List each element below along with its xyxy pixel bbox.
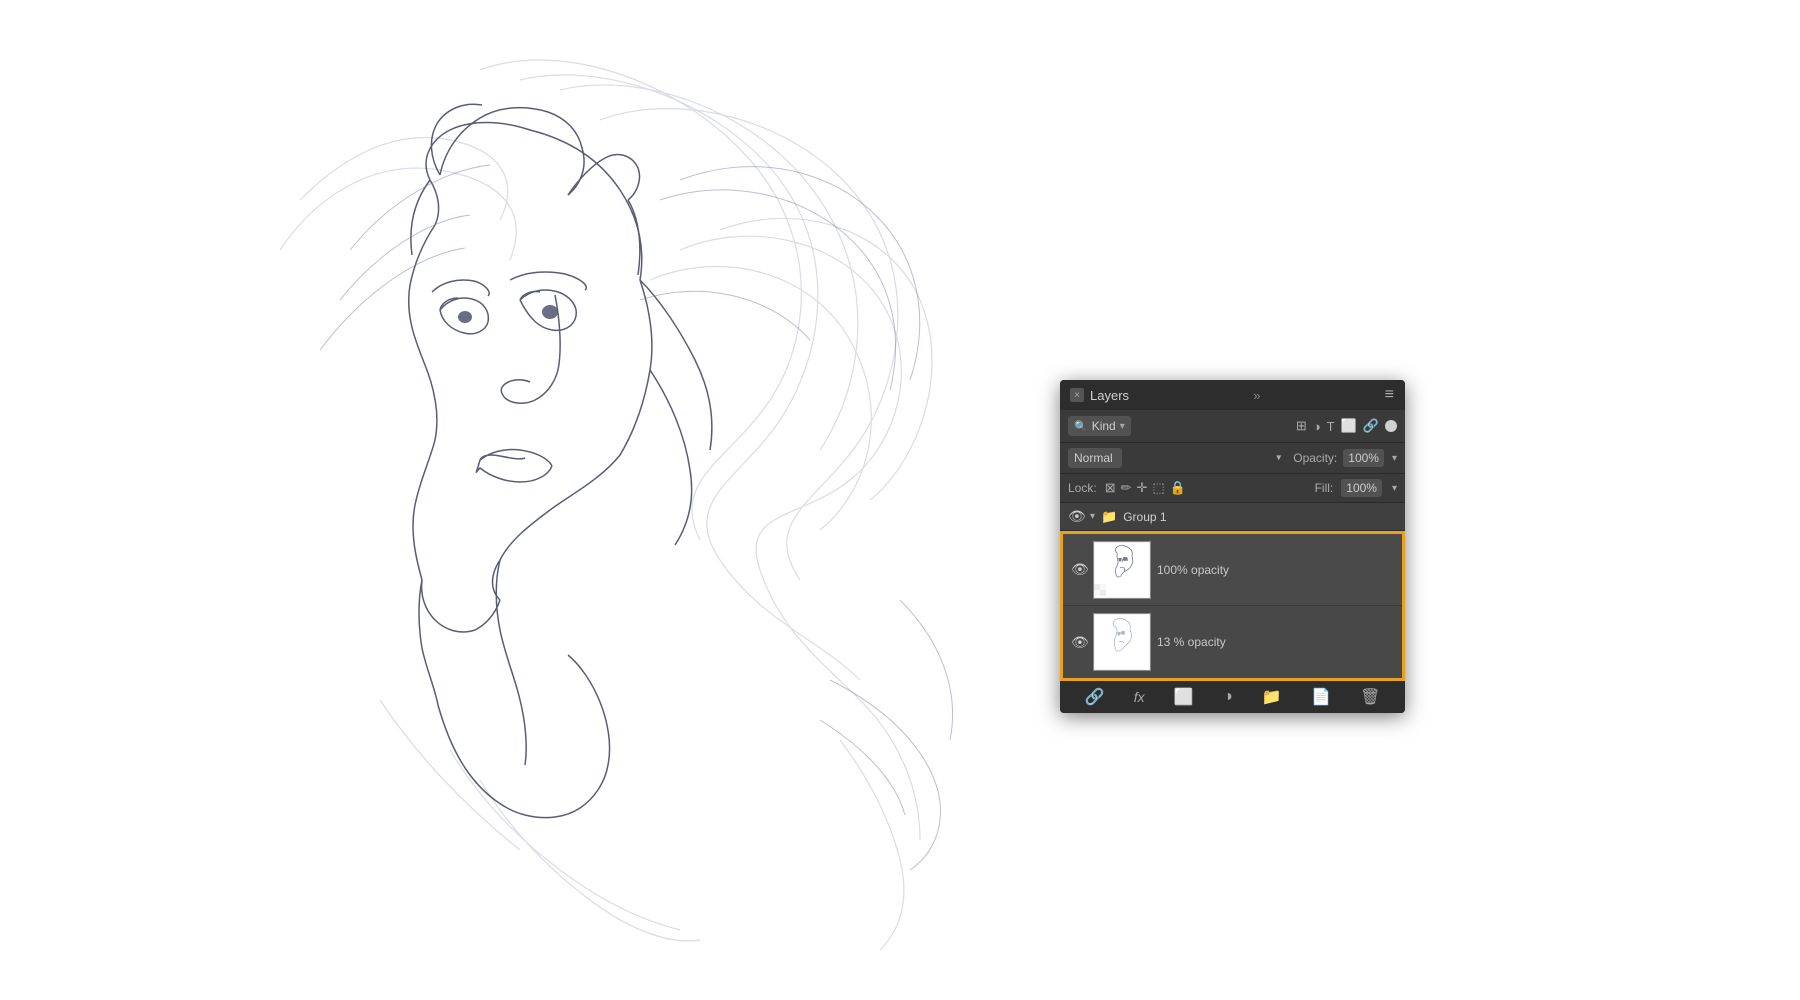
layer-visibility-icon[interactable]: 👁: [1071, 634, 1087, 651]
layers-list: 👁: [1060, 531, 1405, 681]
delete-layer-icon[interactable]: 🗑: [1360, 687, 1380, 707]
text-filter-icon[interactable]: T: [1327, 419, 1335, 434]
lock-label: Lock:: [1068, 481, 1097, 495]
fill-value[interactable]: 100%: [1341, 479, 1382, 497]
layer-opacity-label: 100% opacity: [1157, 563, 1394, 577]
group-visibility-icon[interactable]: 👁: [1068, 508, 1084, 525]
circle-filter-icon[interactable]: [1385, 420, 1397, 432]
search-icon: 🔍: [1074, 420, 1088, 433]
layer-thumb-inner: [1094, 542, 1150, 598]
panel-menu-button[interactable]: ≡: [1385, 386, 1395, 404]
folder-icon: 📁: [1101, 509, 1117, 525]
blend-opacity-row: Normal Multiply Screen Overlay Opacity: …: [1060, 443, 1405, 474]
lock-position-icon[interactable]: ✛: [1137, 480, 1148, 496]
blend-mode-wrapper[interactable]: Normal Multiply Screen Overlay: [1068, 448, 1287, 468]
pixel-filter-icon[interactable]: ⊞: [1296, 418, 1307, 434]
lock-icons-group: ⊠ ✏ ✛ ⬚ 🔒: [1105, 480, 1186, 496]
layer-thumb-inner: [1094, 614, 1150, 670]
canvas-area: [0, 0, 1800, 1000]
blend-mode-select[interactable]: Normal Multiply Screen Overlay: [1068, 448, 1122, 468]
panel-header-left: × Layers: [1070, 388, 1129, 403]
layer-item[interactable]: 👁: [1063, 606, 1402, 678]
layer-opacity-label: 13 % opacity: [1157, 635, 1394, 649]
panel-header: × Layers » ≡: [1060, 380, 1405, 410]
kind-dropdown-arrow: ▾: [1120, 421, 1125, 432]
fill-label: Fill:: [1315, 481, 1334, 495]
layer-visibility-icon[interactable]: 👁: [1071, 561, 1087, 578]
opacity-label: Opacity:: [1293, 451, 1337, 465]
layer-thumbnail: [1093, 613, 1151, 671]
layer-thumb-svg: [1094, 614, 1150, 670]
filter-search-wrapper[interactable]: 🔍 Kind ▾: [1068, 416, 1131, 436]
layer-thumb-svg: [1094, 542, 1150, 598]
opacity-dropdown-arrow[interactable]: ▾: [1392, 453, 1397, 464]
layers-panel: × Layers » ≡ 🔍 Kind ▾ ⊞ ◑ T ⬜ 🔗 Normal M…: [1060, 380, 1405, 713]
fill-dropdown-arrow[interactable]: ▾: [1392, 483, 1397, 494]
filter-icons: ⊞ ◑ T ⬜ 🔗: [1296, 418, 1397, 434]
new-group-icon[interactable]: 📁: [1262, 687, 1282, 707]
panel-collapse-button[interactable]: »: [1253, 388, 1260, 403]
filter-kind-label: Kind: [1092, 419, 1116, 433]
group-row: 👁 ▾ 📁 Group 1: [1060, 503, 1405, 531]
layer-thumbnail: [1093, 541, 1151, 599]
panel-title: Layers: [1090, 388, 1129, 403]
filter-row: 🔍 Kind ▾ ⊞ ◑ T ⬜ 🔗: [1060, 410, 1405, 443]
adjustment-layer-icon[interactable]: ◑: [1223, 688, 1233, 706]
lock-image-icon[interactable]: ✏: [1121, 480, 1132, 496]
add-mask-icon[interactable]: ⬜: [1174, 687, 1194, 707]
close-icon: ×: [1074, 390, 1080, 401]
fx-icon[interactable]: fx: [1134, 689, 1145, 705]
panel-close-button[interactable]: ×: [1070, 388, 1084, 402]
group-name-label: Group 1: [1123, 510, 1397, 524]
sketch-canvas: [0, 0, 1060, 1000]
new-layer-icon[interactable]: 📄: [1311, 687, 1331, 707]
opacity-value[interactable]: 100%: [1343, 449, 1384, 467]
lock-artboard-icon[interactable]: ⬚: [1152, 480, 1164, 496]
panel-footer: 🔗 fx ⬜ ◑ 📁 📄 🗑: [1060, 681, 1405, 713]
lock-transparent-icon[interactable]: ⊠: [1105, 480, 1116, 496]
mask-filter-icon[interactable]: 🔗: [1363, 418, 1379, 434]
link-layers-icon[interactable]: 🔗: [1085, 687, 1105, 707]
gradient-filter-icon[interactable]: ◑: [1313, 419, 1321, 434]
group-expand-arrow[interactable]: ▾: [1090, 511, 1095, 522]
lock-all-icon[interactable]: 🔒: [1170, 480, 1186, 496]
layer-item[interactable]: 👁: [1063, 534, 1402, 606]
shape-filter-icon[interactable]: ⬜: [1341, 418, 1357, 434]
lock-row: Lock: ⊠ ✏ ✛ ⬚ 🔒 Fill: 100% ▾: [1060, 474, 1405, 503]
